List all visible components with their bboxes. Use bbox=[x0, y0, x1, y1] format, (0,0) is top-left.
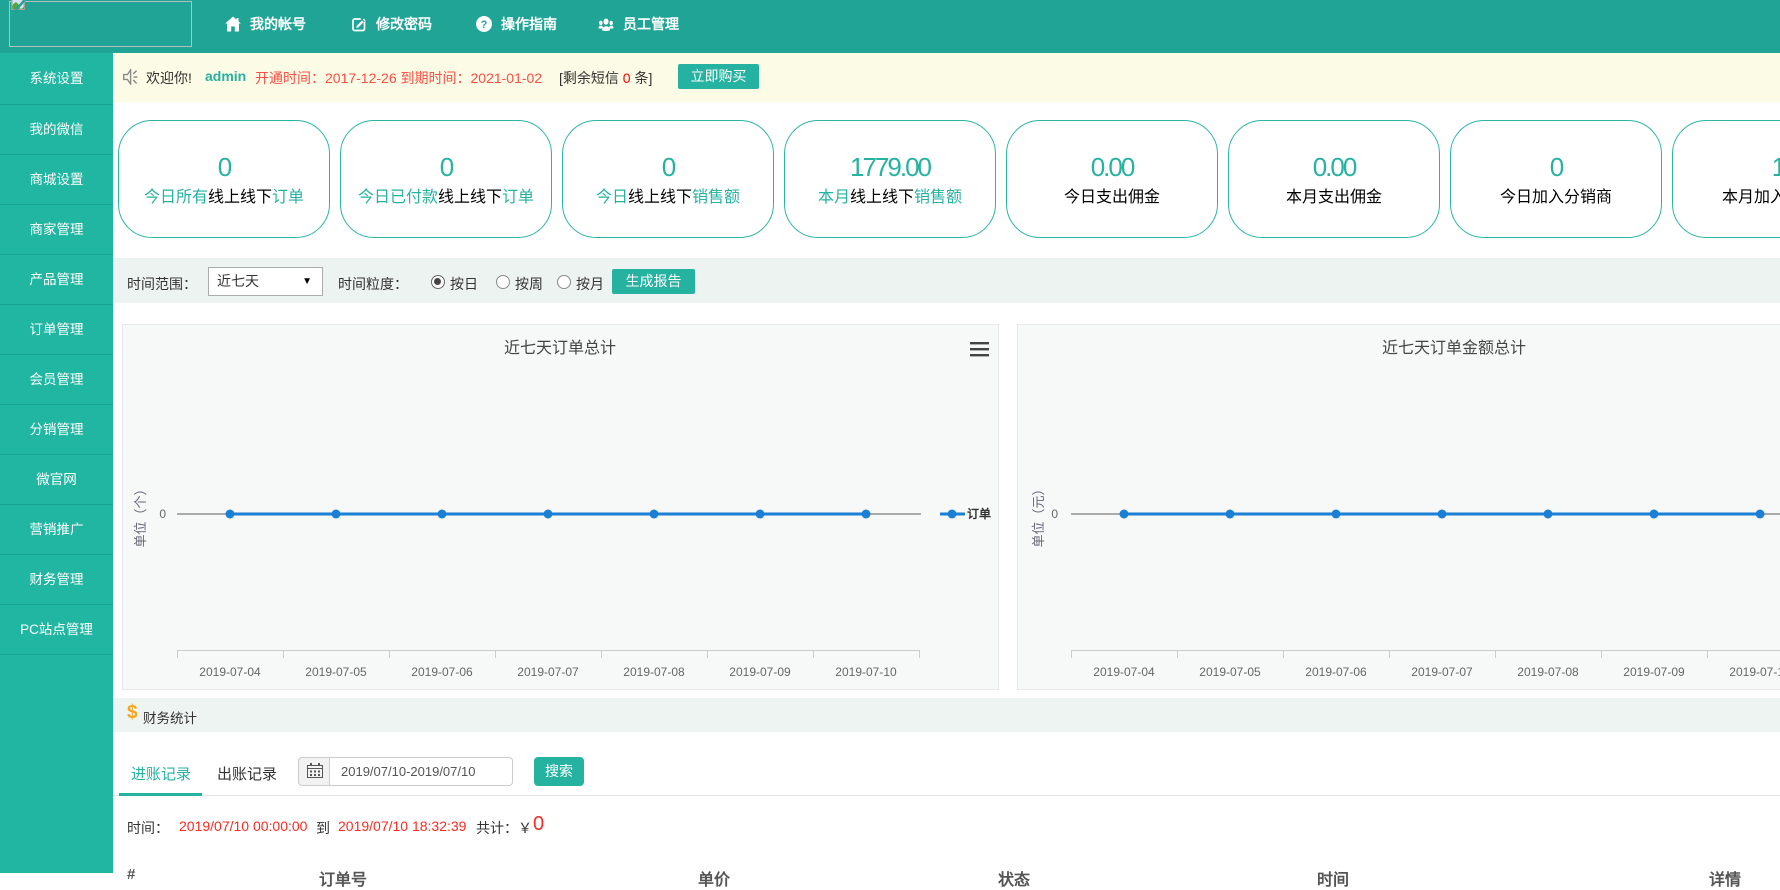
svg-text:2019-07-05: 2019-07-05 bbox=[1199, 665, 1261, 679]
svg-text:2019-07-10: 2019-07-10 bbox=[835, 665, 897, 679]
svg-text:单位（个）: 单位（个） bbox=[133, 482, 148, 547]
svg-text:2019-07-07: 2019-07-07 bbox=[517, 665, 579, 679]
svg-text:2019-07-08: 2019-07-08 bbox=[623, 665, 685, 679]
svg-text:?: ? bbox=[481, 19, 488, 31]
svg-text:2019-07-06: 2019-07-06 bbox=[1305, 665, 1367, 679]
svg-text:2019-07-07: 2019-07-07 bbox=[1411, 665, 1473, 679]
svg-text:0: 0 bbox=[1051, 507, 1058, 521]
svg-text:订单: 订单 bbox=[967, 506, 991, 521]
svg-text:2019-07-09: 2019-07-09 bbox=[1623, 665, 1685, 679]
svg-text:0: 0 bbox=[159, 507, 166, 521]
svg-text:2019-07-06: 2019-07-06 bbox=[411, 665, 473, 679]
svg-text:近七天订单金额总计: 近七天订单金额总计 bbox=[1382, 339, 1526, 357]
svg-text:2019-07-09: 2019-07-09 bbox=[729, 665, 791, 679]
svg-text:2019-07-08: 2019-07-08 bbox=[1517, 665, 1579, 679]
svg-text:2019-07-05: 2019-07-05 bbox=[305, 665, 367, 679]
svg-text:近七天订单总计: 近七天订单总计 bbox=[504, 339, 616, 357]
svg-text:2019-07-10: 2019-07-10 bbox=[1729, 665, 1780, 679]
svg-text:2019-07-04: 2019-07-04 bbox=[199, 665, 261, 679]
svg-text:单位（元）: 单位（元） bbox=[1031, 482, 1046, 547]
svg-text:2019-07-04: 2019-07-04 bbox=[1093, 665, 1155, 679]
